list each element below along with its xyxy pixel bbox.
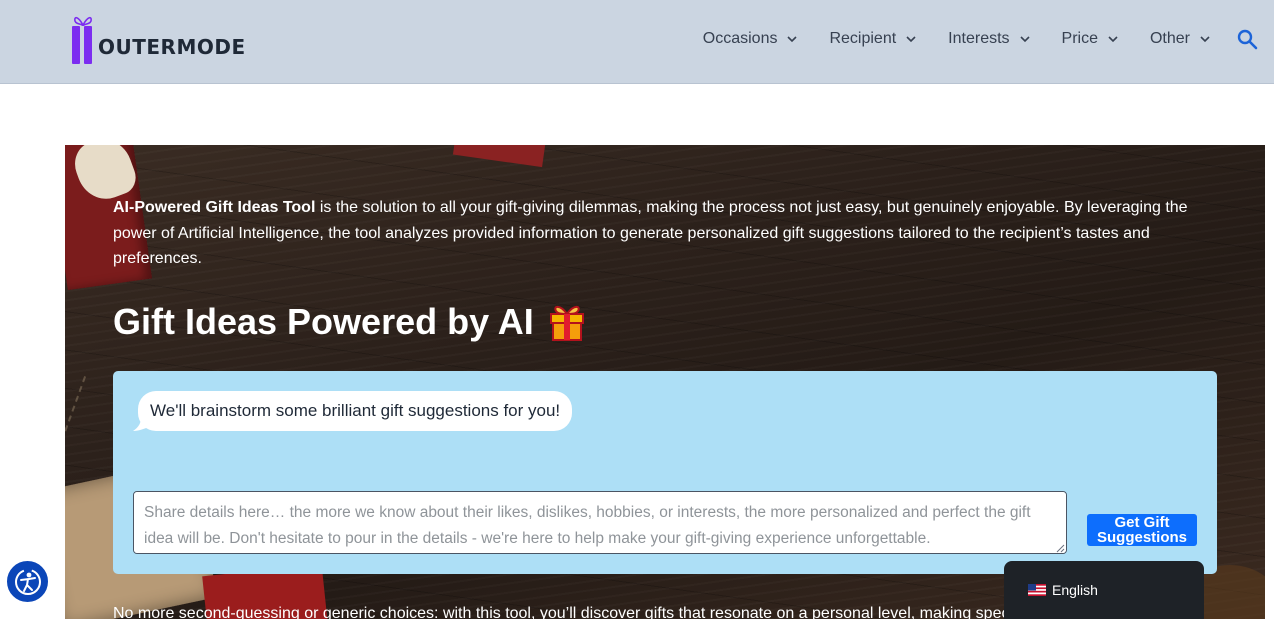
logo-text: OUTERMODE <box>98 35 246 59</box>
search-icon[interactable] <box>1236 28 1258 50</box>
gift-chat-panel: We'll brainstorm some brilliant gift sug… <box>113 371 1217 574</box>
nav-label: Price <box>1061 30 1098 47</box>
main-nav: Occasions Recipient Interests Price Othe… <box>703 0 1274 78</box>
nav-occasions[interactable]: Occasions <box>703 30 799 48</box>
language-switcher[interactable]: English <box>1004 561 1204 619</box>
hero-section: AI-Powered Gift Ideas Tool is the soluti… <box>65 145 1265 619</box>
nav-interests[interactable]: Interests <box>948 30 1030 48</box>
nav-price[interactable]: Price <box>1062 30 1119 48</box>
chevron-down-icon <box>787 36 798 43</box>
chevron-down-icon <box>1200 36 1210 43</box>
gift-details-input[interactable] <box>133 491 1067 554</box>
chevron-down-icon <box>1108 36 1118 43</box>
page-title: Gift Ideas Powered by AI <box>113 297 586 347</box>
assistant-message-bubble: We'll brainstorm some brilliant gift sug… <box>138 391 573 431</box>
wrapped-gift-icon <box>549 305 584 341</box>
site-logo[interactable]: OUTERMODE <box>70 12 246 64</box>
chevron-down-icon <box>1019 36 1030 43</box>
accessibility-icon <box>14 568 41 595</box>
page-title-text: Gift Ideas Powered by AI <box>113 301 534 342</box>
nav-label: Recipient <box>829 30 897 47</box>
intro-paragraph: AI-Powered Gift Ideas Tool is the soluti… <box>113 195 1203 272</box>
site-header: OUTERMODE Occasions Recipient Interests … <box>0 0 1274 84</box>
accessibility-widget-button[interactable] <box>5 559 50 604</box>
logo-bar <box>84 26 92 64</box>
language-label: English <box>1052 582 1098 598</box>
chevron-down-icon <box>906 36 916 43</box>
nav-label: Occasions <box>702 30 778 47</box>
bubble-tail <box>133 417 149 431</box>
nav-other[interactable]: Other <box>1150 30 1211 48</box>
intro-bold: AI-Powered Gift Ideas Tool <box>113 199 316 216</box>
background-gift-decoration <box>452 145 548 168</box>
nav-label: Other <box>1149 30 1190 47</box>
nav-label: Interests <box>948 30 1010 47</box>
gift-bow-icon <box>74 16 92 26</box>
logo-mark <box>70 14 94 64</box>
logo-bar <box>72 26 80 64</box>
get-gift-suggestions-button[interactable]: Get Gift Suggestions <box>1087 514 1197 546</box>
assistant-message-text: We'll brainstorm some brilliant gift sug… <box>150 401 561 420</box>
us-flag-icon <box>1028 584 1046 596</box>
nav-recipient[interactable]: Recipient <box>829 30 917 48</box>
